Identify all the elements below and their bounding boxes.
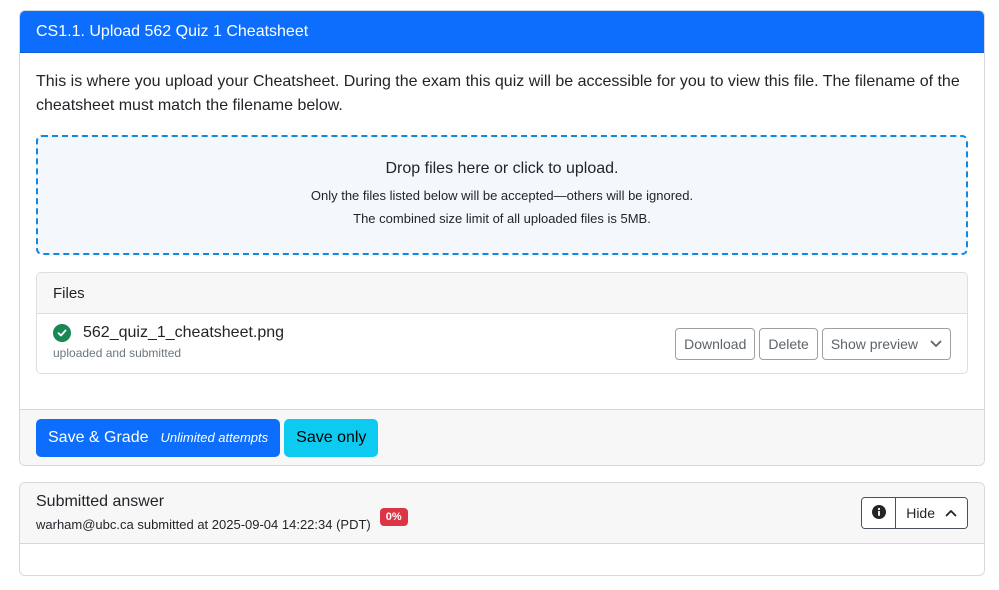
score-badge: 0% (379, 508, 408, 526)
submission-controls: Hide (861, 497, 968, 529)
dropzone-main-text: Drop files here or click to upload. (385, 160, 619, 177)
file-dropzone[interactable]: Drop files here or click to upload. Only… (36, 135, 968, 255)
question-card: CS1.1. Upload 562 Quiz 1 Cheatsheet This… (19, 10, 985, 466)
chevron-down-icon (930, 340, 942, 348)
check-circle-icon (53, 324, 71, 342)
files-header: Files (37, 273, 967, 314)
submission-card: Submitted answer warham@ubc.ca submitted… (19, 482, 985, 576)
info-button[interactable] (862, 498, 897, 528)
show-preview-button[interactable]: Show preview (821, 328, 951, 360)
download-button[interactable]: Download (675, 328, 756, 360)
chevron-up-icon (945, 509, 957, 517)
info-circle-icon (871, 504, 886, 522)
hide-label: Hide (906, 505, 935, 521)
question-footer: Save & Grade Unlimited attempts Save onl… (20, 409, 984, 465)
save-grade-label: Save & Grade (48, 428, 149, 446)
dropzone-accepted-note: Only the files listed below will be acce… (310, 188, 694, 203)
dropzone-size-note: The combined size limit of all uploaded … (353, 211, 651, 226)
save-grade-button[interactable]: Save & Grade Unlimited attempts (36, 418, 281, 457)
question-title: CS1.1. Upload 562 Quiz 1 Cheatsheet (20, 11, 984, 53)
file-name: 562_quiz_1_cheatsheet.png (83, 324, 285, 341)
question-body: This is where you upload your Cheatsheet… (20, 53, 984, 374)
submission-meta: warham@ubc.ca submitted at 2025-09-04 14… (36, 516, 371, 532)
submission-header: Submitted answer warham@ubc.ca submitted… (20, 483, 984, 544)
attempts-label: Unlimited attempts (160, 430, 269, 445)
delete-button[interactable]: Delete (759, 328, 818, 360)
file-actions: Download Delete Show preview (675, 328, 951, 360)
submission-title: Submitted answer (36, 493, 165, 510)
instructions-text: This is where you upload your Cheatsheet… (36, 73, 960, 114)
file-row: 562_quiz_1_cheatsheet.png uploaded and s… (37, 314, 967, 373)
hide-button[interactable]: Hide (896, 498, 967, 528)
save-only-button[interactable]: Save only (284, 418, 379, 457)
files-panel: Files 562_quiz_1_cheatsheet.png uploaded… (36, 272, 968, 374)
show-preview-label: Show preview (830, 336, 918, 352)
